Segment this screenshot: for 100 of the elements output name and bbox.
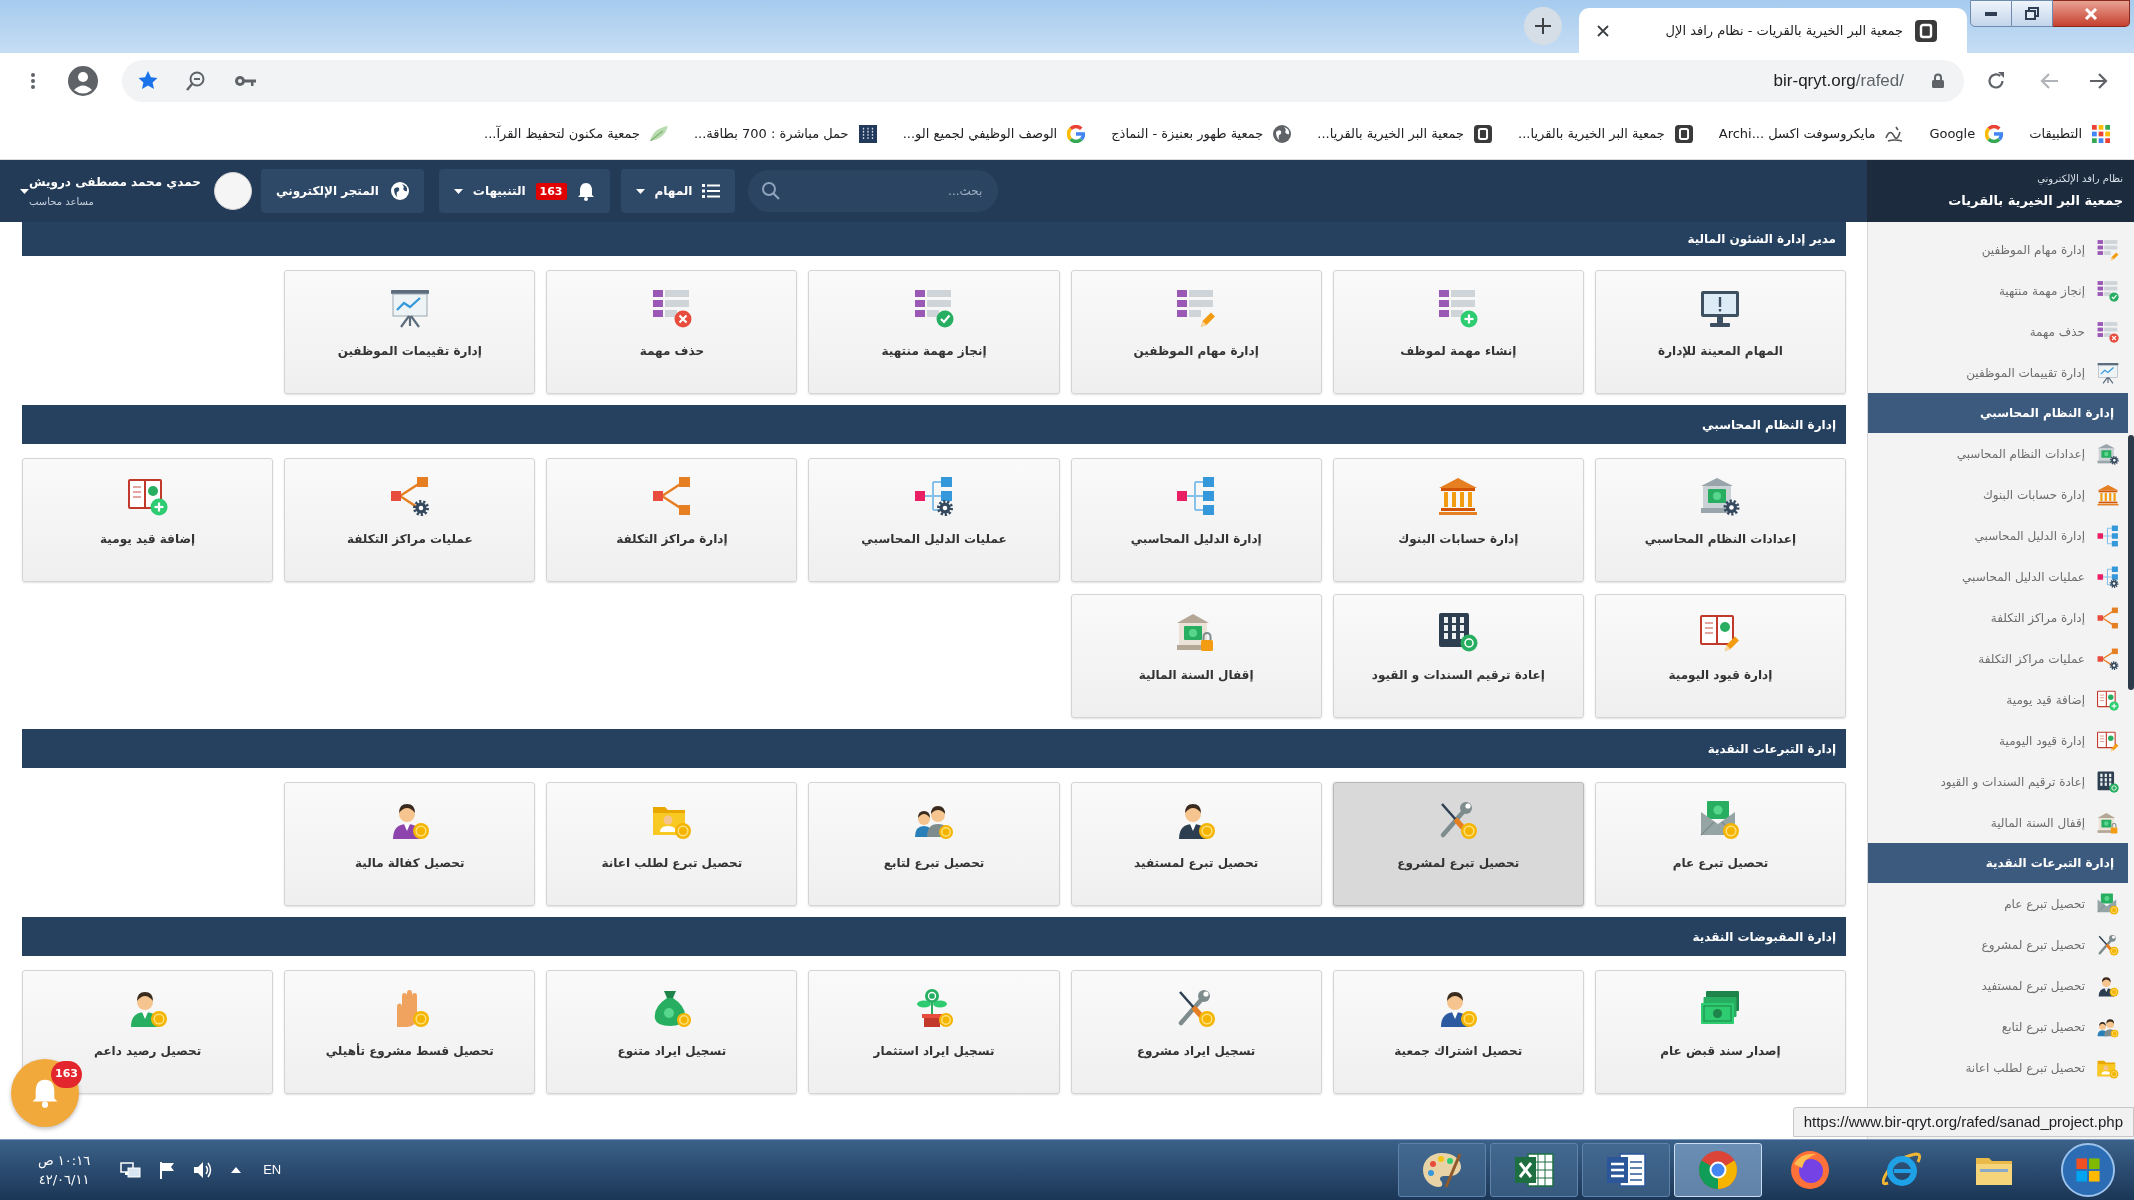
- module-tile[interactable]: إدارة قيود اليومية: [1594, 594, 1846, 718]
- module-tile[interactable]: إقفال السنة المالية: [1070, 594, 1322, 718]
- scrollbar-thumb[interactable]: [2128, 435, 2134, 690]
- plus-icon: [1535, 18, 1551, 34]
- sidebar-item[interactable]: إدارة الدليل المحاسبي: [1868, 515, 2128, 556]
- module-tile[interactable]: إدارة حسابات البنوك: [1332, 458, 1584, 582]
- close-icon: [2084, 7, 2098, 20]
- clock-date: ٤٢/٠٦/١١: [38, 1171, 90, 1189]
- account-icon[interactable]: [68, 65, 98, 96]
- status-url-tooltip: https://www.bir-qryt.org/rafed/sanad_project.php: [1792, 1107, 2134, 1137]
- bookmark[interactable]: جمعية مكنون لتحفيظ القرآ...: [484, 123, 668, 144]
- branch-nodes-icon: [2097, 606, 2119, 629]
- module-tile[interactable]: المهام المعينة للإدارة: [1594, 270, 1846, 394]
- more-menu-icon[interactable]: [31, 72, 35, 89]
- module-tile[interactable]: تسجيل ايراد مشروع: [1070, 970, 1322, 1094]
- store-button[interactable]: المتجر الإلكتروني: [261, 169, 424, 213]
- sidebar-item[interactable]: إدارة تقييمات الموظفين: [1868, 352, 2128, 393]
- close-icon[interactable]: [1597, 24, 1609, 37]
- search-field[interactable]: بحث...: [748, 170, 999, 212]
- bookmark[interactable]: Google: [1929, 123, 2004, 144]
- bookmark[interactable]: جمعية طهور بعنيزة - النماذج: [1111, 123, 1292, 144]
- taskbar-app-button[interactable]: [1490, 1143, 1578, 1197]
- module-tile[interactable]: إعدادات النظام المحاسبي: [1594, 458, 1846, 582]
- module-tile[interactable]: إدارة مراكز التكلفة: [546, 458, 798, 582]
- caret-up-icon[interactable]: [231, 1167, 242, 1173]
- windows-logo-icon[interactable]: [2061, 1143, 2115, 1197]
- module-tile[interactable]: تحصيل قسط مشروع تأهيلي: [284, 970, 536, 1094]
- document-icon: [1606, 1150, 1646, 1190]
- sidebar-item[interactable]: إعادة ترقيم السندات و القيود: [1868, 761, 2128, 802]
- close-window-button[interactable]: [2053, 0, 2130, 27]
- bookmark-star-icon[interactable]: [138, 71, 158, 90]
- bookmark[interactable]: الوصف الوظيفي لجميع الو...: [902, 123, 1086, 144]
- module-tile[interactable]: تحصيل تبرع لمشروع: [1332, 782, 1584, 906]
- sidebar-item[interactable]: إضافة قيد يومية: [1868, 679, 2128, 720]
- bookmark[interactable]: جمعية البر الخيرية بالقريا...: [1317, 123, 1493, 144]
- tasks-menu-button[interactable]: المهام: [620, 169, 736, 213]
- firefox-logo-icon[interactable]: [1790, 1150, 1830, 1190]
- sidebar-group-header[interactable]: إدارة النظام المحاسبي: [1868, 393, 2128, 433]
- bookmark[interactable]: جمعية البر الخيرية بالقريا...: [1518, 123, 1693, 144]
- module-tile[interactable]: تسجيل ايراد متنوع: [546, 970, 798, 1094]
- module-tile[interactable]: تحصيل كفالة مالية: [284, 782, 536, 906]
- sidebar-item[interactable]: إدارة حسابات البنوك: [1868, 474, 2128, 515]
- module-tile[interactable]: عمليات مراكز التكلفة: [284, 458, 536, 582]
- sidebar-item[interactable]: إقفال السنة المالية: [1868, 802, 2128, 843]
- module-tile[interactable]: عمليات الدليل المحاسبي: [808, 458, 1060, 582]
- speaker-icon[interactable]: [193, 1161, 214, 1179]
- taskbar-app-button[interactable]: [1582, 1143, 1670, 1197]
- module-tile[interactable]: تحصيل تبرع لتابع: [808, 782, 1060, 906]
- minimize-button[interactable]: [1970, 0, 2012, 27]
- bookmark[interactable]: حمل مباشرة : 700 بطاقة...: [693, 123, 877, 144]
- apps-button[interactable]: التطبيقات: [2029, 123, 2110, 144]
- sidebar-item[interactable]: إدارة قيود اليومية: [1868, 720, 2128, 761]
- restore-button[interactable]: [2012, 0, 2053, 27]
- sidebar-item[interactable]: تحصيل تبرع عام: [1868, 883, 2128, 924]
- caret-down-icon[interactable]: [20, 188, 29, 194]
- module-tile[interactable]: إنجاز مهمة منتهية: [808, 270, 1060, 394]
- sidebar-item[interactable]: تحصيل تبرع لمشروع: [1868, 924, 2128, 965]
- ledger-pencil-icon: [2097, 729, 2119, 752]
- module-tile[interactable]: تحصيل تبرع لطلب اعانة: [546, 782, 798, 906]
- flag-icon[interactable]: [159, 1161, 176, 1179]
- network-icon[interactable]: [120, 1162, 142, 1178]
- zoom-out-icon[interactable]: [186, 70, 206, 91]
- lock-icon[interactable]: [1932, 73, 1944, 88]
- sidebar-item[interactable]: عمليات الدليل المحاسبي: [1868, 556, 2128, 597]
- sidebar-item[interactable]: تحصيل تبرع لطلب اعانة: [1868, 1047, 2128, 1088]
- sidebar-item[interactable]: تحصيل تبرع لتابع: [1868, 1006, 2128, 1047]
- browser-tab[interactable]: جمعية البر الخيرية بالقريات - نظام رافد الإل: [1579, 8, 1967, 53]
- globe-icon: [1273, 124, 1292, 143]
- module-tile[interactable]: إدارة الدليل المحاسبي: [1070, 458, 1322, 582]
- module-tile[interactable]: إعادة ترقيم السندات و القيود: [1332, 594, 1584, 718]
- address-bar[interactable]: bir-qryt.org/rafed/: [122, 59, 1964, 102]
- sidebar-item[interactable]: إعدادات النظام المحاسبي: [1868, 433, 2128, 474]
- key-icon[interactable]: [234, 74, 256, 87]
- module-tile[interactable]: تحصيل اشتراك جمعية: [1332, 970, 1584, 1094]
- module-tile[interactable]: إضافة قيد يومية: [22, 458, 274, 582]
- module-tile[interactable]: إنشاء مهمة لموظف: [1332, 270, 1584, 394]
- reload-icon[interactable]: [1986, 70, 2006, 91]
- module-tile[interactable]: إدارة مهام الموظفين: [1070, 270, 1322, 394]
- sidebar-group-header[interactable]: إدارة التبرعات النقدية: [1868, 843, 2128, 883]
- sidebar-item[interactable]: عمليات مراكز التكلفة: [1868, 638, 2128, 679]
- module-tile[interactable]: حذف مهمة: [546, 270, 798, 394]
- module-tile[interactable]: تسجيل ايراد استثمار: [808, 970, 1060, 1094]
- sidebar-item[interactable]: إدارة مهام الموظفين: [1868, 229, 2128, 270]
- module-tile[interactable]: تحصيل تبرع عام: [1594, 782, 1846, 906]
- sidebar-item[interactable]: تحصيل تبرع لمستفيد: [1868, 965, 2128, 1006]
- module-tile[interactable]: تحصيل تبرع لمستفيد: [1070, 782, 1322, 906]
- alert-count-badge: 163: [535, 182, 567, 200]
- module-tile[interactable]: إدارة تقييمات الموظفين: [284, 270, 536, 394]
- g-logo-icon: [1985, 124, 2004, 143]
- sidebar-item[interactable]: إنجاز مهمة منتهية: [1868, 270, 2128, 311]
- bookmark[interactable]: مايكروسوفت اكسل ...Archi: [1718, 123, 1904, 144]
- branch-nodes-gear-icon: [389, 476, 430, 516]
- taskbar-app-button[interactable]: [1398, 1143, 1486, 1197]
- g-logo-icon: [1067, 124, 1086, 143]
- new-tab-button[interactable]: [1524, 7, 1562, 45]
- forward-icon[interactable]: [2089, 71, 2109, 90]
- sidebar-item[interactable]: حذف مهمة: [1868, 311, 2128, 352]
- module-tile[interactable]: إصدار سند قبض عام: [1594, 970, 1846, 1094]
- language-indicator[interactable]: EN: [263, 1160, 282, 1180]
- sidebar-item[interactable]: إدارة مراكز التكلفة: [1868, 597, 2128, 638]
